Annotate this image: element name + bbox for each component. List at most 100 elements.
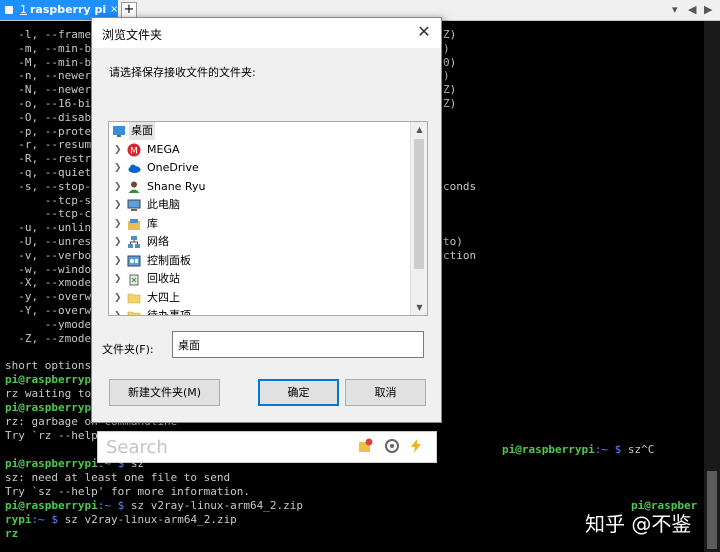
tree-item-label: 桌面 bbox=[129, 122, 155, 140]
ok-button[interactable]: 确定 bbox=[258, 379, 339, 406]
terminal-line: -m, --min-b bbox=[5, 41, 92, 55]
search-bar bbox=[97, 431, 437, 463]
scroll-down-icon[interactable]: ▼ bbox=[411, 300, 427, 315]
terminal-line: pi@raspberrypi:~ $ sz^C bbox=[502, 443, 655, 456]
tree-scrollbar[interactable]: ▲ ▼ bbox=[410, 122, 427, 315]
settings-icon[interactable] bbox=[384, 438, 400, 454]
terminal-line-tail: Z) bbox=[443, 28, 457, 41]
terminal-line: -o, --16-bi bbox=[5, 97, 92, 110]
tree-item[interactable]: ❯ 库 bbox=[109, 215, 409, 233]
terminal-line: pi@raspberrypi:~ $ sz v2ray-linux-arm64_… bbox=[5, 499, 304, 512]
browse-folder-dialog: 浏览文件夹 ✕ 请选择保存接收文件的文件夹: 桌面 ❯ M MEGA ❯ OneDrive… bbox=[91, 17, 442, 423]
scrollbar-thumb[interactable] bbox=[707, 471, 717, 549]
tree-item-label: 回收站 bbox=[147, 272, 180, 285]
tree-item-root[interactable]: 桌面 bbox=[109, 122, 409, 140]
cancel-button[interactable]: 取消 bbox=[345, 379, 426, 406]
new-tab-button[interactable]: + bbox=[121, 2, 137, 18]
terminal-line: --tcp-s bbox=[5, 193, 92, 207]
watermark: 知乎 @不鉴 bbox=[585, 512, 692, 536]
terminal-line: -M, --min-b bbox=[5, 55, 92, 69]
chevron-right-icon[interactable]: ❯ bbox=[114, 178, 122, 196]
recycle-bin-icon bbox=[129, 274, 139, 286]
terminal-line-tail: ) bbox=[443, 69, 450, 83]
folder-input[interactable] bbox=[172, 331, 424, 358]
terminal-line: -X, --xmode bbox=[5, 276, 92, 290]
tree-item-label: MEGA bbox=[147, 142, 180, 156]
dialog-title: 浏览文件夹 bbox=[102, 28, 163, 42]
folder-tree[interactable]: 桌面 ❯ M MEGA ❯ OneDrive ❯ Shane Ryu ❯ 此电脑 ❯ 库 ❯ 网络 ❯ 控制面… bbox=[108, 121, 428, 316]
onedrive-icon bbox=[128, 164, 141, 173]
dialog-titlebar: 浏览文件夹 ✕ bbox=[92, 18, 441, 48]
tab-menu-icon[interactable]: ▾ bbox=[672, 0, 678, 20]
tree-item[interactable]: ❯ Shane Ryu bbox=[109, 178, 409, 196]
mega-icon: M bbox=[127, 143, 141, 156]
new-folder-button[interactable]: 新建文件夹(M) bbox=[109, 379, 220, 406]
scroll-left-icon[interactable]: ◀ bbox=[688, 0, 696, 20]
terminal-line: rypi:~ $ sz v2ray-linux-arm64_2.zip bbox=[5, 513, 237, 526]
chevron-right-icon[interactable]: ❯ bbox=[114, 233, 122, 251]
notes-icon[interactable] bbox=[358, 438, 374, 454]
terminal-line: -u, --unlin bbox=[5, 221, 92, 235]
terminal-line: -l, --frame bbox=[5, 28, 92, 41]
chevron-right-icon[interactable]: ❯ bbox=[114, 252, 122, 270]
tree-item-label: OneDrive bbox=[147, 161, 199, 174]
terminal-line: Try `rz --help bbox=[5, 429, 98, 442]
folder-icon bbox=[127, 293, 141, 303]
terminal-scrollbar[interactable] bbox=[704, 21, 720, 552]
tree-scrollbar-thumb[interactable] bbox=[414, 139, 424, 269]
dialog-prompt: 请选择保存接收文件的文件夹: bbox=[109, 66, 256, 79]
terminal-line: rz bbox=[5, 527, 19, 540]
tree-item-label: 库 bbox=[147, 216, 158, 230]
desktop-icon bbox=[113, 126, 125, 137]
terminal-line: -O, --disab bbox=[5, 110, 92, 124]
tree-item-label: 网络 bbox=[147, 235, 169, 248]
terminal-icon bbox=[5, 6, 13, 14]
terminal-line-tail: conds bbox=[443, 179, 477, 193]
chevron-right-icon[interactable]: ❯ bbox=[114, 141, 122, 159]
terminal-line-tail: ) bbox=[443, 41, 450, 55]
tree-item[interactable]: ❯ 回收站 bbox=[109, 270, 409, 288]
chevron-right-icon[interactable]: ❯ bbox=[114, 215, 122, 233]
chevron-right-icon[interactable]: ❯ bbox=[114, 289, 122, 307]
tree-item[interactable]: ❯ 此电脑 bbox=[109, 196, 409, 214]
tree-item[interactable]: ❯ 待办事项 bbox=[109, 307, 409, 315]
tree-item[interactable]: ❯ 控制面板 bbox=[109, 252, 409, 270]
folder-icon bbox=[127, 311, 141, 315]
terminal-line: pi@raspberryp bbox=[5, 401, 92, 414]
terminal-line: -v, --verbo bbox=[5, 248, 92, 262]
terminal-line: -r, --resum bbox=[5, 138, 92, 152]
terminal-line: Try `sz --help' for more information. bbox=[5, 485, 251, 498]
chevron-right-icon[interactable]: ❯ bbox=[114, 270, 122, 288]
lightning-icon[interactable] bbox=[408, 438, 424, 454]
terminal-line: -q, --quiet bbox=[5, 166, 92, 179]
terminal-line: -U, --unres bbox=[5, 235, 92, 248]
terminal-line: -w, --windo bbox=[5, 262, 92, 276]
user-icon bbox=[128, 181, 140, 193]
search-input[interactable] bbox=[104, 435, 348, 459]
terminal-line: --ymode bbox=[5, 317, 92, 331]
terminal-line-tail: ction bbox=[443, 248, 477, 262]
tree-item-label: 大四上 bbox=[147, 290, 180, 304]
chevron-right-icon[interactable]: ❯ bbox=[114, 307, 122, 315]
terminal-line: --tcp-c bbox=[5, 207, 92, 221]
scroll-up-icon[interactable]: ▲ bbox=[411, 122, 427, 137]
svg-text:M: M bbox=[130, 146, 138, 156]
terminal-line: -s, --stop- bbox=[5, 179, 92, 193]
dialog-close-icon[interactable]: ✕ bbox=[413, 22, 435, 41]
terminal-line: sz: need at least one file to send bbox=[5, 471, 231, 484]
terminal-line: -n, --newer bbox=[5, 69, 92, 83]
terminal-line: -R, --restr bbox=[5, 152, 92, 166]
terminal-line-tail: Z) bbox=[443, 83, 457, 97]
terminal-line: -p, --prote bbox=[5, 124, 92, 138]
scroll-right-icon[interactable]: ▶ bbox=[704, 0, 712, 20]
tree-item[interactable]: ❯ 大四上 bbox=[109, 289, 409, 307]
tree-item[interactable]: ❯ M MEGA bbox=[109, 141, 409, 159]
chevron-right-icon[interactable]: ❯ bbox=[114, 159, 122, 177]
tree-item[interactable]: ❯ OneDrive bbox=[109, 159, 409, 177]
tree-item[interactable]: ❯ 网络 bbox=[109, 233, 409, 251]
terminal-line-tail: to) bbox=[443, 235, 463, 248]
chevron-right-icon[interactable]: ❯ bbox=[114, 196, 122, 214]
folder-label: 文件夹(F): bbox=[102, 343, 154, 356]
tree-item-label: Shane Ryu bbox=[147, 179, 206, 193]
terminal-line: pi@raspberrypi bbox=[5, 373, 98, 386]
